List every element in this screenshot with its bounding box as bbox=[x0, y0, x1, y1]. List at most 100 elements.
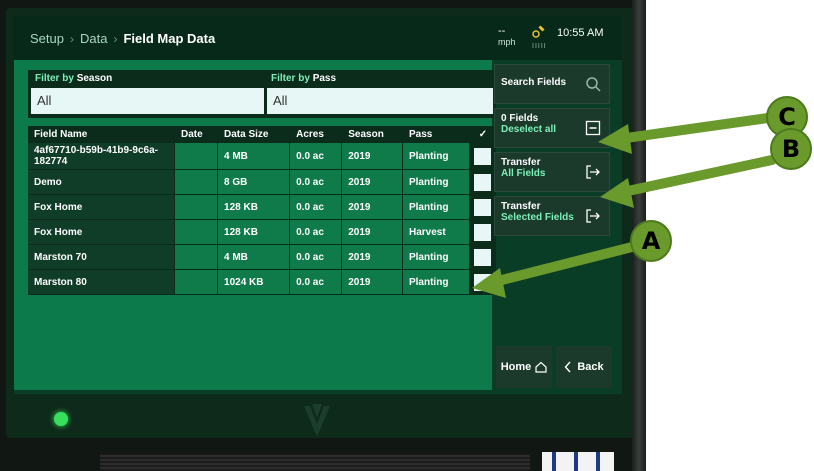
col-acres[interactable]: Acres bbox=[290, 126, 343, 143]
pass-filter[interactable]: Filter by Pass All bbox=[264, 70, 496, 118]
col-season[interactable]: Season bbox=[342, 126, 403, 143]
row-select-cell bbox=[470, 195, 496, 220]
field-table: Field Name Date Data Size Acres Season P… bbox=[28, 126, 496, 295]
background-fabric bbox=[542, 452, 614, 471]
row-checkbox[interactable] bbox=[474, 223, 491, 241]
row-select-cell bbox=[470, 170, 496, 195]
speed-value: -- bbox=[498, 25, 506, 37]
page-title: Field Map Data bbox=[123, 31, 216, 46]
speed-unit: mph bbox=[498, 37, 516, 47]
data-size-cell: 4 MB bbox=[218, 143, 291, 170]
table-row[interactable]: 4af67710-b59b-41b9-9c6a-182774 4 MB 0.0 ac… bbox=[28, 143, 496, 170]
data-size-cell: 128 KB bbox=[218, 195, 291, 220]
deselect-all-button[interactable]: 0 Fields Deselect all bbox=[494, 108, 610, 148]
filter-label-prefix: Filter by bbox=[35, 73, 74, 84]
breadcrumb-separator: › bbox=[113, 31, 118, 46]
callout-a: A bbox=[630, 220, 672, 262]
acres-cell: 0.0 ac bbox=[290, 195, 343, 220]
acres-cell: 0.0 ac bbox=[290, 170, 343, 195]
season-cell: 2019 bbox=[342, 220, 403, 245]
row-checkbox[interactable] bbox=[474, 198, 491, 216]
field-name-cell: Marston 80 bbox=[28, 270, 175, 295]
home-icon bbox=[535, 361, 547, 373]
table-row[interactable]: Demo 8 GB 0.0 ac 2019 Planting bbox=[28, 170, 496, 195]
col-data-size[interactable]: Data Size bbox=[218, 126, 291, 143]
row-checkbox[interactable] bbox=[474, 147, 491, 165]
breadcrumb-separator: › bbox=[69, 31, 74, 46]
pass-cell: Planting bbox=[402, 143, 470, 170]
table-row[interactable]: Marston 70 4 MB 0.0 ac 2019 Planting bbox=[28, 245, 496, 270]
breadcrumb-data[interactable]: Data bbox=[80, 31, 107, 46]
gps-satellite-icon bbox=[532, 25, 545, 38]
power-led-icon bbox=[54, 412, 68, 426]
search-fields-button[interactable]: Search Fields bbox=[494, 64, 610, 104]
date-cell bbox=[175, 143, 219, 170]
deselect-minus-icon bbox=[585, 120, 601, 136]
date-cell bbox=[175, 245, 219, 270]
row-select-cell bbox=[470, 245, 496, 270]
pass-cell: Planting bbox=[402, 270, 470, 295]
col-field-name[interactable]: Field Name bbox=[28, 126, 175, 143]
field-name-cell: Demo bbox=[28, 170, 175, 195]
acres-cell: 0.0 ac bbox=[290, 245, 343, 270]
date-cell bbox=[175, 220, 219, 245]
season-cell: 2019 bbox=[342, 143, 403, 170]
back-button[interactable]: Back bbox=[556, 346, 612, 388]
pass-filter-value[interactable]: All bbox=[267, 88, 493, 114]
data-size-cell: 128 KB bbox=[218, 220, 291, 245]
field-name-cell: Fox Home bbox=[28, 220, 175, 245]
acres-cell: 0.0 ac bbox=[290, 270, 343, 295]
breadcrumb: Setup › Data › Field Map Data bbox=[30, 31, 215, 46]
clock: 10:55 AM bbox=[557, 27, 604, 39]
season-cell: 2019 bbox=[342, 270, 403, 295]
row-select-cell bbox=[470, 220, 496, 245]
top-bar: Setup › Data › Field Map Data -- mph III… bbox=[14, 16, 622, 60]
data-size-cell: 4 MB bbox=[218, 245, 291, 270]
acres-cell: 0.0 ac bbox=[290, 220, 343, 245]
transfer-selected-fields-button[interactable]: Transfer Selected Fields bbox=[494, 196, 610, 236]
season-cell: 2019 bbox=[342, 195, 403, 220]
acres-cell: 0.0 ac bbox=[290, 143, 343, 170]
row-select-cell bbox=[470, 270, 496, 295]
season-filter-value[interactable]: All bbox=[31, 88, 267, 114]
transfer-all-fields-button[interactable]: Transfer All Fields bbox=[494, 152, 610, 192]
row-checkbox[interactable] bbox=[474, 173, 491, 191]
row-checkbox[interactable] bbox=[474, 273, 491, 291]
field-name-cell: Fox Home bbox=[28, 195, 175, 220]
pass-cell: Planting bbox=[402, 245, 470, 270]
brand-logo-icon bbox=[304, 404, 330, 436]
back-label: Back bbox=[577, 361, 604, 373]
search-icon bbox=[586, 77, 601, 92]
season-cell: 2019 bbox=[342, 245, 403, 270]
date-cell bbox=[175, 170, 219, 195]
speed-readout: -- mph bbox=[498, 26, 516, 48]
field-name-cell: 4af67710-b59b-41b9-9c6a-182774 bbox=[28, 143, 175, 170]
pass-cell: Harvest bbox=[402, 220, 470, 245]
filter-label-prefix: Filter by bbox=[271, 73, 310, 84]
table-row[interactable]: Marston 80 1024 KB 0.0 ac 2019 Planting bbox=[28, 270, 496, 295]
row-checkbox[interactable] bbox=[474, 248, 491, 266]
table-row[interactable]: Fox Home 128 KB 0.0 ac 2019 Harvest bbox=[28, 220, 496, 245]
col-pass[interactable]: Pass bbox=[402, 126, 470, 143]
home-label: Home bbox=[500, 361, 532, 373]
field-list-panel: Filter by Season All Filter by Pass All … bbox=[14, 60, 496, 390]
col-date[interactable]: Date bbox=[175, 126, 219, 143]
export-icon bbox=[586, 209, 600, 223]
pass-filter-label: Filter by Pass bbox=[271, 73, 336, 84]
season-filter[interactable]: Filter by Season All bbox=[28, 70, 270, 118]
table-row[interactable]: Fox Home 128 KB 0.0 ac 2019 Planting bbox=[28, 195, 496, 220]
row-select-cell bbox=[470, 143, 496, 170]
export-icon bbox=[586, 165, 600, 179]
breadcrumb-setup[interactable]: Setup bbox=[30, 31, 64, 46]
screen: Setup › Data › Field Map Data -- mph III… bbox=[14, 16, 622, 394]
signal-strength: IIIII bbox=[532, 43, 547, 50]
filter-label-field: Pass bbox=[312, 73, 337, 84]
col-select-all-check-icon[interactable]: ✓ bbox=[470, 126, 496, 143]
home-button[interactable]: Home bbox=[496, 346, 552, 388]
field-name-cell: Marston 70 bbox=[28, 245, 175, 270]
date-cell bbox=[175, 270, 219, 295]
device-bottom-vent bbox=[100, 454, 530, 471]
chevron-left-icon bbox=[564, 361, 571, 373]
pass-cell: Planting bbox=[402, 195, 470, 220]
season-filter-label: Filter by Season bbox=[35, 73, 112, 84]
